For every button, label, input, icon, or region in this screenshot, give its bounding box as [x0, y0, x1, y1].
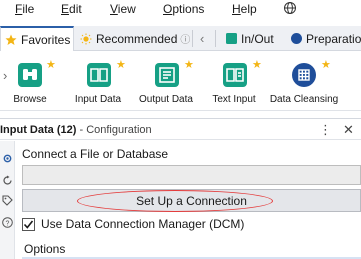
tab-in-out[interactable]: In/Out [226, 26, 274, 51]
tab-preparation[interactable]: Preparatio [291, 26, 361, 51]
menu-view[interactable]: View [110, 2, 136, 16]
menu-edit[interactable]: Edit [61, 2, 82, 16]
tab-favorites[interactable]: Favorites [0, 26, 74, 52]
configuration-panel: Connect a File or Database Set Up a Conn… [16, 141, 361, 259]
tab-recommended[interactable]: Recommended ⓘ [80, 26, 190, 51]
palette-scroll-left-icon[interactable]: › [3, 68, 7, 83]
refresh-icon[interactable] [2, 175, 13, 186]
menu-bar: File Edit View Options Help [0, 0, 361, 19]
chevron-left-icon[interactable]: ‹ [200, 31, 204, 46]
options-label: Options [24, 242, 66, 256]
menu-help[interactable]: Help [232, 2, 257, 16]
configuration-title: Input Data (12) - Configuration [0, 124, 152, 136]
close-icon[interactable]: ✕ [343, 122, 354, 138]
dcm-label: Use Data Connection Manager (DCM) [41, 217, 245, 231]
checkmark-icon [23, 220, 34, 229]
cleanse-icon [292, 63, 316, 87]
favorite-star-icon: ★ [321, 59, 331, 71]
favorite-star-icon: ★ [252, 59, 262, 71]
book-icon [87, 63, 111, 87]
book-icon [223, 63, 247, 87]
help-icon[interactable]: ? [2, 217, 13, 228]
circle-icon [291, 33, 302, 44]
menu-file[interactable]: File [15, 2, 34, 16]
gear-icon[interactable] [2, 153, 13, 164]
square-icon [226, 33, 237, 44]
star-icon [5, 34, 17, 46]
globe-icon[interactable] [283, 1, 297, 15]
tool-palette: › ★ Browse ★ Input Data ★ Output Data ★ … [0, 51, 361, 111]
menu-options[interactable]: Options [163, 2, 204, 16]
tab-separator [215, 30, 216, 47]
file-path-input[interactable] [22, 165, 361, 185]
tag-icon[interactable] [2, 195, 13, 206]
dcm-checkbox[interactable] [22, 217, 35, 231]
favorite-star-icon: ★ [116, 59, 126, 71]
binoculars-icon [18, 63, 42, 87]
tab-separator [192, 30, 193, 47]
dcm-row: Use Data Connection Manager (DCM) [22, 216, 244, 232]
tool-category-tabs: Favorites Recommended ⓘ ‹ In/Out Prepara… [0, 26, 361, 52]
favorite-star-icon: ★ [184, 59, 194, 71]
more-options-icon[interactable]: ⋮ [319, 122, 332, 138]
info-icon[interactable]: ⓘ [180, 31, 190, 46]
set-up-connection-button[interactable]: Set Up a Connection [22, 189, 361, 212]
svg-text:?: ? [6, 220, 10, 227]
config-side-rail: ? [0, 141, 15, 259]
connect-label: Connect a File or Database [22, 147, 169, 161]
sun-icon [80, 33, 92, 45]
favorite-star-icon: ★ [46, 59, 56, 71]
output-book-icon [155, 63, 179, 87]
configuration-header: Input Data (12) - Configuration ⋮ ✕ [0, 118, 361, 140]
